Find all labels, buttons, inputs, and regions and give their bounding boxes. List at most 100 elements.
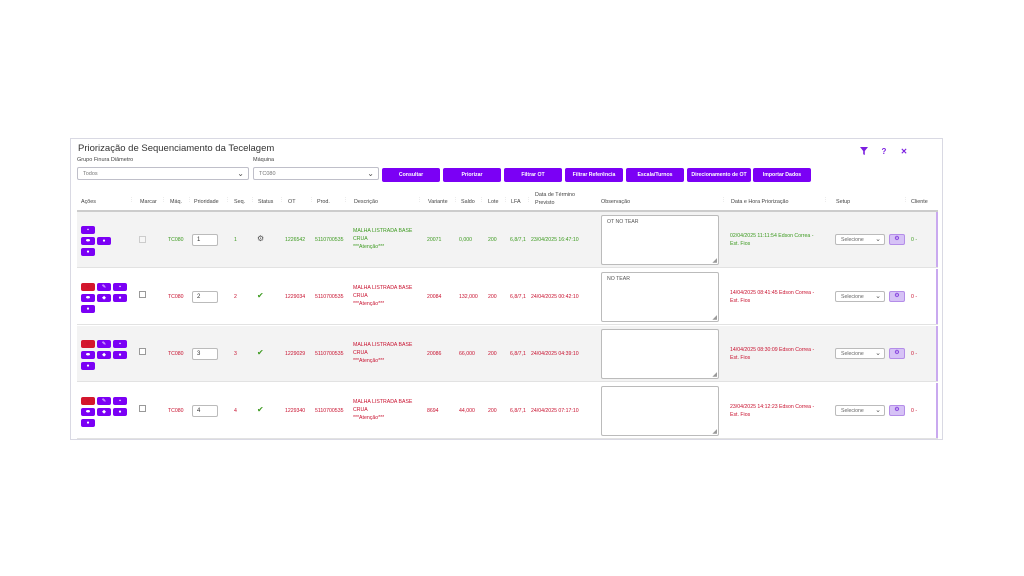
col-saldo[interactable]: Saldo [461,199,475,205]
col-variante[interactable]: Variante [428,199,448,205]
setup-gear-button[interactable]: ⚙ [889,348,905,359]
resize-grip-icon[interactable]: ◢ [712,371,717,378]
col-maq[interactable]: Máq. [170,199,182,205]
prod-cell: 5110700535 [315,237,344,243]
help-icon[interactable]: ? [880,147,888,157]
importar-dados-button[interactable]: Importar Dados [753,168,811,182]
observacao-textarea[interactable]: OT NO TEAR ◢ [601,215,719,265]
data-hora-line1: 14/04/2025 08:30:09 Edson Correa - [730,347,815,353]
sort-icon[interactable]: ⋮ [129,197,134,203]
document-button[interactable]: ▪ [81,226,95,234]
sort-icon[interactable]: ⋮ [343,197,348,203]
prioridade-input[interactable]: 3 [192,348,218,360]
info-button[interactable]: ● [113,294,127,302]
resize-grip-icon[interactable]: ◢ [712,257,717,264]
info-button[interactable]: ● [113,351,127,359]
row-checkbox[interactable] [139,348,146,355]
col-cliente[interactable]: Cliente [911,199,928,205]
view-button[interactable]: ⬬ [81,351,95,359]
tag-button[interactable]: ◆ [97,351,111,359]
descricao-line3: ***Atenção*** [353,244,385,250]
cancel-button[interactable]: ⊘ [81,397,95,405]
filter-icon[interactable] [860,147,868,157]
col-lfa[interactable]: LFA [511,199,521,205]
details-button[interactable]: ● [81,305,95,313]
grupo-finura-select[interactable]: Todos ⌄ [77,167,249,180]
document-button[interactable]: ▪ [113,283,127,291]
col-data-hora[interactable]: Data e Hora Priorização [731,199,789,205]
row-checkbox[interactable] [139,236,146,243]
setup-gear-button[interactable]: ⚙ [889,291,905,302]
filtrar-referencia-button[interactable]: Filtrar Referência [565,168,623,182]
row-checkbox[interactable] [139,405,146,412]
observacao-textarea[interactable]: ◢ [601,386,719,436]
setup-select[interactable]: Selecione ⌄ [835,234,885,245]
col-acoes[interactable]: Ações [81,199,96,205]
edit-button[interactable]: ✎ [97,283,111,291]
sort-icon[interactable]: ⋮ [279,197,284,203]
col-data-termino[interactable]: Data de Término [535,192,575,198]
sort-icon[interactable]: ⋮ [225,197,230,203]
prioridade-input[interactable]: 1 [192,234,218,246]
sort-icon[interactable]: ⋮ [309,197,314,203]
observacao-textarea[interactable]: ◢ [601,329,719,379]
resize-grip-icon[interactable]: ◢ [712,314,717,321]
document-button[interactable]: ▪ [113,340,127,348]
escala-turnos-button[interactable]: Escala/Turnos [626,168,684,182]
sort-icon[interactable]: ⋮ [250,197,255,203]
row-checkbox[interactable] [139,291,146,298]
tag-button[interactable]: ◆ [97,408,111,416]
sort-icon[interactable]: ⋮ [453,197,458,203]
sort-icon[interactable]: ⋮ [417,197,422,203]
info-button[interactable]: ● [113,408,127,416]
sort-icon[interactable]: ⋮ [479,197,484,203]
view-button[interactable]: ⬬ [81,294,95,302]
details-button[interactable]: ● [81,362,95,370]
sort-icon[interactable]: ⋮ [161,197,166,203]
sort-icon[interactable]: ⋮ [721,197,726,203]
data-hora-line1: 23/04/2025 14:12:23 Edson Correa - [730,404,815,410]
edit-button[interactable]: ✎ [97,397,111,405]
filtrar-ot-button[interactable]: Filtrar OT [504,168,562,182]
col-seq[interactable]: Seq. [234,199,245,205]
sort-icon[interactable]: ⋮ [503,197,508,203]
maquina-select[interactable]: TC080 ⌄ [253,167,379,180]
setup-select[interactable]: Selecione ⌄ [835,348,885,359]
priorizar-button[interactable]: Priorizar [443,168,501,182]
col-prioridade[interactable]: Prioridade [194,199,219,205]
details-button[interactable]: ● [81,248,95,256]
cancel-button[interactable]: ⊘ [81,283,95,291]
info-button[interactable]: ● [97,237,111,245]
col-ot[interactable]: OT [288,199,296,205]
setup-select[interactable]: Selecione ⌄ [835,405,885,416]
setup-gear-button[interactable]: ⚙ [889,405,905,416]
cancel-button[interactable]: ⊘ [81,340,95,348]
setup-gear-button[interactable]: ⚙ [889,234,905,245]
col-descricao[interactable]: Descrição [354,199,378,205]
col-setup[interactable]: Setup [836,199,850,205]
sort-icon[interactable]: ⋮ [187,197,192,203]
close-icon[interactable]: ✕ [900,147,908,157]
setup-select[interactable]: Selecione ⌄ [835,291,885,302]
observacao-textarea[interactable]: NO TEAR ◢ [601,272,719,322]
col-prod[interactable]: Prod. [317,199,330,205]
col-observacao[interactable]: Observação [601,199,630,205]
sort-icon[interactable]: ⋮ [903,197,908,203]
document-button[interactable]: ▪ [113,397,127,405]
tag-button[interactable]: ◆ [97,294,111,302]
edit-button[interactable]: ✎ [97,340,111,348]
consultar-button[interactable]: Consultar [382,168,440,182]
view-button[interactable]: ⬬ [81,408,95,416]
prioridade-input[interactable]: 4 [192,405,218,417]
col-marcar[interactable]: Marcar [140,199,157,205]
col-data-termino-previsto[interactable]: Previsto [535,200,554,206]
col-lote[interactable]: Lote [488,199,499,205]
sort-icon[interactable]: ⋮ [823,197,828,203]
prioridade-input[interactable]: 2 [192,291,218,303]
sort-icon[interactable]: ⋮ [526,197,531,203]
col-status[interactable]: Status [258,199,273,205]
view-button[interactable]: ⬬ [81,237,95,245]
details-button[interactable]: ● [81,419,95,427]
direcionamento-button[interactable]: Direcionamento de OT [687,168,751,182]
resize-grip-icon[interactable]: ◢ [712,428,717,435]
